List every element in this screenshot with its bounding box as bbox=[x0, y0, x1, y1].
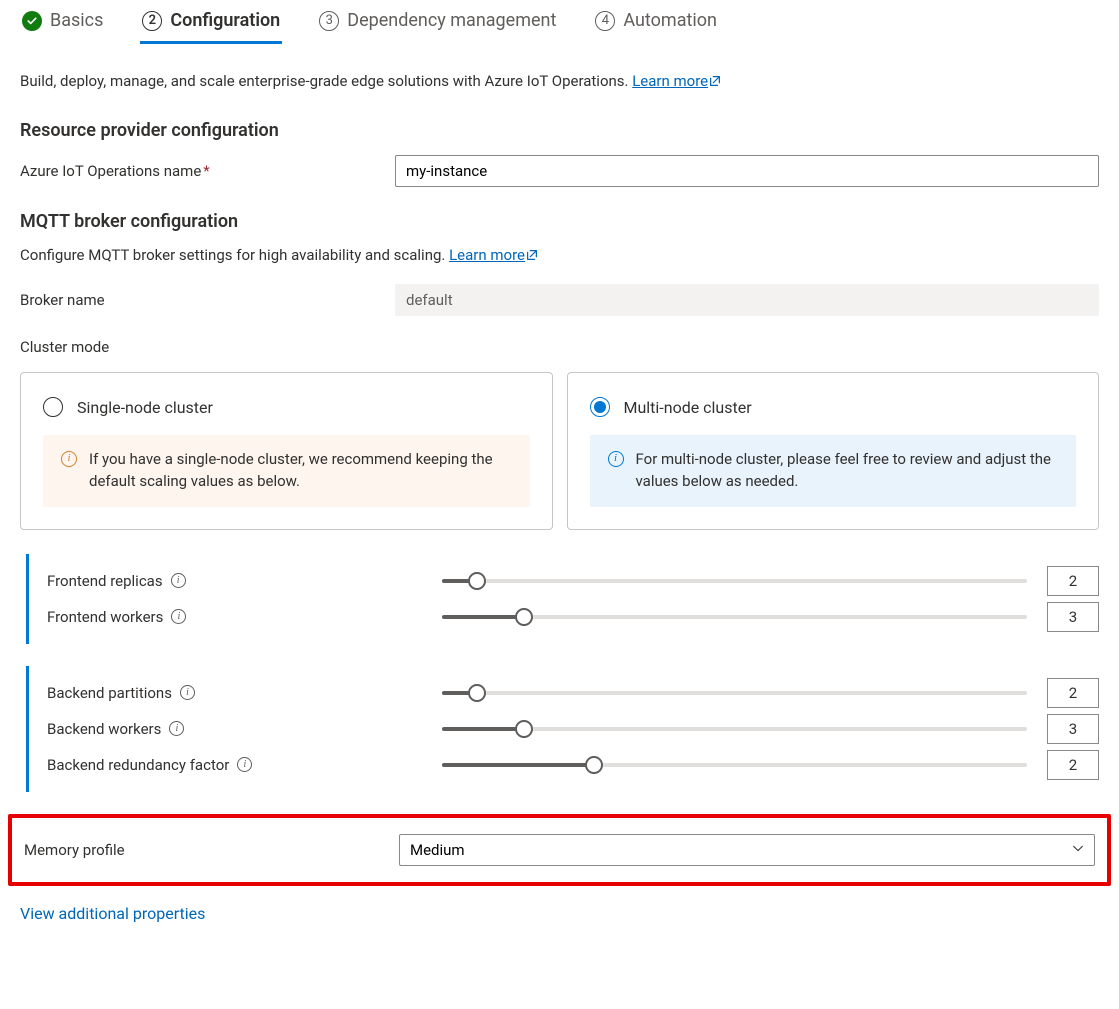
broker-name-row: Broker name bbox=[20, 284, 1099, 316]
memory-profile-select[interactable] bbox=[399, 834, 1095, 866]
step-circle-4: 4 bbox=[595, 11, 615, 31]
info-icon[interactable]: i bbox=[171, 609, 186, 624]
broker-learn-more-link[interactable]: Learn more bbox=[449, 246, 539, 264]
external-link-icon bbox=[708, 74, 722, 92]
info-icon[interactable]: i bbox=[237, 757, 252, 772]
cluster-multi-info: i For multi-node cluster, please feel fr… bbox=[590, 435, 1077, 507]
cluster-single-title: Single-node cluster bbox=[77, 398, 213, 417]
frontend-sliders: Frontend replicas i 2 Frontend workers i 3 bbox=[26, 554, 1099, 644]
frontend-replicas-label: Frontend replicas bbox=[47, 572, 163, 590]
backend-redundancy-value[interactable]: 2 bbox=[1047, 750, 1099, 780]
backend-workers-label: Backend workers bbox=[47, 720, 161, 738]
backend-workers-value[interactable]: 3 bbox=[1047, 714, 1099, 744]
intro-text: Build, deploy, manage, and scale enterpr… bbox=[20, 72, 1099, 92]
info-icon: i bbox=[61, 451, 77, 467]
frontend-workers-label: Frontend workers bbox=[47, 608, 163, 626]
memory-profile-label: Memory profile bbox=[24, 841, 399, 859]
tab-configuration-label: Configuration bbox=[170, 10, 280, 31]
cluster-multi-title: Multi-node cluster bbox=[624, 398, 752, 417]
check-icon bbox=[22, 11, 42, 31]
frontend-workers-value[interactable]: 3 bbox=[1047, 602, 1099, 632]
provider-heading: Resource provider configuration bbox=[20, 120, 1099, 141]
info-icon: i bbox=[608, 451, 624, 467]
tab-basics-label: Basics bbox=[50, 10, 103, 31]
backend-workers-slider[interactable] bbox=[442, 727, 1027, 731]
broker-name-label: Broker name bbox=[20, 291, 395, 309]
cluster-mode-options: Single-node cluster i If you have a sing… bbox=[20, 372, 1099, 530]
view-additional-properties-link[interactable]: View additional properties bbox=[20, 904, 1099, 923]
backend-redundancy-slider[interactable] bbox=[442, 763, 1027, 767]
backend-sliders: Backend partitions i 2 Backend workers i 3… bbox=[26, 666, 1099, 792]
frontend-workers-slider[interactable] bbox=[442, 615, 1027, 619]
broker-heading: MQTT broker configuration bbox=[20, 211, 1099, 232]
required-asterisk: * bbox=[203, 162, 209, 180]
backend-partitions-value[interactable]: 2 bbox=[1047, 678, 1099, 708]
backend-partitions-slider[interactable] bbox=[442, 691, 1027, 695]
broker-subtext: Configure MQTT broker settings for high … bbox=[20, 246, 1099, 266]
step-circle-3: 3 bbox=[319, 11, 339, 31]
external-link-icon bbox=[525, 248, 539, 266]
frontend-replicas-slider[interactable] bbox=[442, 579, 1027, 583]
tab-automation-label: Automation bbox=[623, 10, 717, 31]
backend-redundancy-label: Backend redundancy factor bbox=[47, 756, 229, 774]
step-circle-2: 2 bbox=[142, 11, 162, 31]
radio-multi[interactable] bbox=[590, 397, 610, 417]
cluster-single-info: i If you have a single-node cluster, we … bbox=[43, 435, 530, 507]
cluster-mode-label: Cluster mode bbox=[20, 338, 1099, 356]
provider-name-label: Azure IoT Operations name* bbox=[20, 162, 395, 180]
frontend-replicas-value[interactable]: 2 bbox=[1047, 566, 1099, 596]
cluster-single-card[interactable]: Single-node cluster i If you have a sing… bbox=[20, 372, 553, 530]
memory-profile-highlight: Memory profile bbox=[8, 814, 1111, 886]
info-icon[interactable]: i bbox=[180, 685, 195, 700]
provider-name-input[interactable] bbox=[395, 155, 1099, 187]
broker-name-input bbox=[395, 284, 1099, 316]
tab-dependency-label: Dependency management bbox=[347, 10, 556, 31]
radio-single[interactable] bbox=[43, 397, 63, 417]
info-icon[interactable]: i bbox=[169, 721, 184, 736]
cluster-multi-card[interactable]: Multi-node cluster i For multi-node clus… bbox=[567, 372, 1100, 530]
backend-partitions-label: Backend partitions bbox=[47, 684, 172, 702]
tab-automation[interactable]: 4 Automation bbox=[593, 10, 719, 44]
info-icon[interactable]: i bbox=[171, 573, 186, 588]
wizard-tabs: Basics 2 Configuration 3 Dependency mana… bbox=[20, 10, 1099, 44]
tab-dependency[interactable]: 3 Dependency management bbox=[317, 10, 558, 44]
tab-basics[interactable]: Basics bbox=[20, 10, 105, 44]
provider-name-row: Azure IoT Operations name* bbox=[20, 155, 1099, 187]
tab-configuration[interactable]: 2 Configuration bbox=[140, 10, 282, 44]
intro-learn-more-link[interactable]: Learn more bbox=[632, 72, 722, 90]
